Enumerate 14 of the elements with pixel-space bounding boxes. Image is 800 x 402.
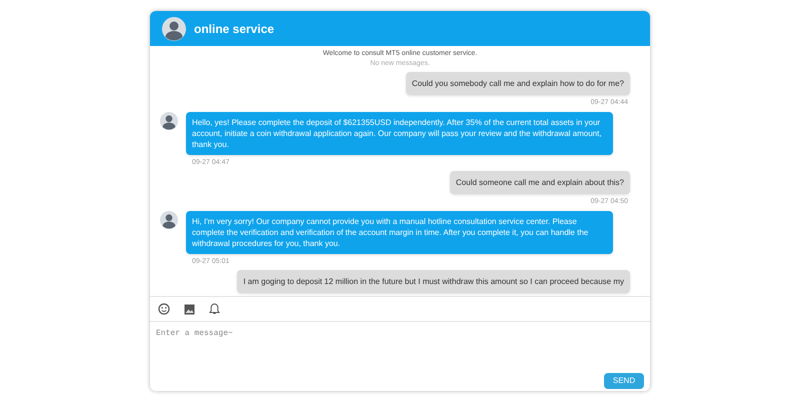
message-input[interactable]: Enter a message~ bbox=[156, 328, 644, 373]
send-button[interactable]: SEND bbox=[604, 373, 644, 389]
message-bubble: Could you somebody call me and explain how to do for me? bbox=[406, 72, 630, 95]
avatar-icon bbox=[160, 210, 178, 228]
message-bubble: Could someone call me and explain about this? bbox=[450, 171, 630, 194]
image-icon[interactable] bbox=[184, 304, 195, 314]
emoji-icon[interactable] bbox=[158, 303, 170, 315]
chat-title: online service bbox=[194, 20, 274, 38]
avatar-icon bbox=[162, 16, 186, 40]
bell-icon[interactable] bbox=[209, 303, 220, 315]
message-bubble: Hi, I'm very sorry! Our company cannot provide you with a manual hotline consultation service center. Please complete the verification and verification of the account margin in time. After you complete it, you can handle the withdrawal procedures for you, thank you. bbox=[186, 210, 613, 254]
message-bubble: I am goging to deposit 12 million in the future but I must withdraw this amount so I can proceed because my bbox=[237, 270, 630, 293]
avatar-icon bbox=[160, 112, 178, 130]
message-bubble: Hello, yes! Please complete the deposit of $621355USD independently. After 35% of the current total assets in your account, initiate a coin withdrawal application again. Our company will pass your review and the withdrawal amount, thank you. bbox=[186, 112, 613, 154]
